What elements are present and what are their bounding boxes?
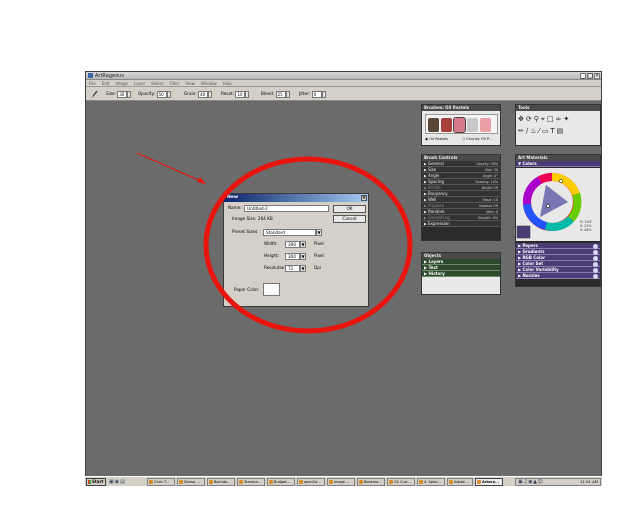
annotation-circle [203, 156, 413, 334]
start-button[interactable]: Start [86, 478, 106, 486]
clock: 11:01 AM [579, 479, 598, 484]
system-tray: ▣♫◉▲☺ 11:01 AM [515, 478, 601, 486]
taskbar-item-6[interactable]: openCa... [297, 478, 325, 486]
taskbar: Start ▣◉▤ Chris T... Stomp ... Bachdo...… [85, 476, 602, 486]
red-annotation [136, 152, 413, 334]
taskbar-item-8[interactable]: Bookma... [357, 478, 385, 486]
taskbar-item-2[interactable]: Stomp ... [177, 478, 205, 486]
taskbar-item-9[interactable]: O2 Curr... [387, 478, 415, 486]
taskbar-item-4[interactable]: Tamana... [237, 478, 265, 486]
taskbar-item-1[interactable]: Chris T... [147, 478, 175, 486]
tray-icon-messenger[interactable]: ☺ [537, 479, 543, 485]
taskbar-item-10[interactable]: 4. Aphe... [417, 478, 445, 486]
windows-logo-icon [88, 480, 91, 484]
taskbar-item-5[interactable]: Budget... [267, 478, 295, 486]
taskbar-item-3[interactable]: Bachdo... [207, 478, 235, 486]
annotation-arrow-line [136, 152, 204, 183]
taskbar-item-artrage[interactable]: Artoca... [475, 478, 503, 486]
annotation-arrow-head [197, 177, 206, 184]
quick-launch: ▣◉▤ [109, 479, 126, 485]
folder-icon[interactable]: ▤ [120, 479, 126, 485]
taskbar-item-7[interactable]: image ... [327, 478, 355, 486]
taskbar-item-11[interactable]: Adobe ... [447, 478, 473, 486]
